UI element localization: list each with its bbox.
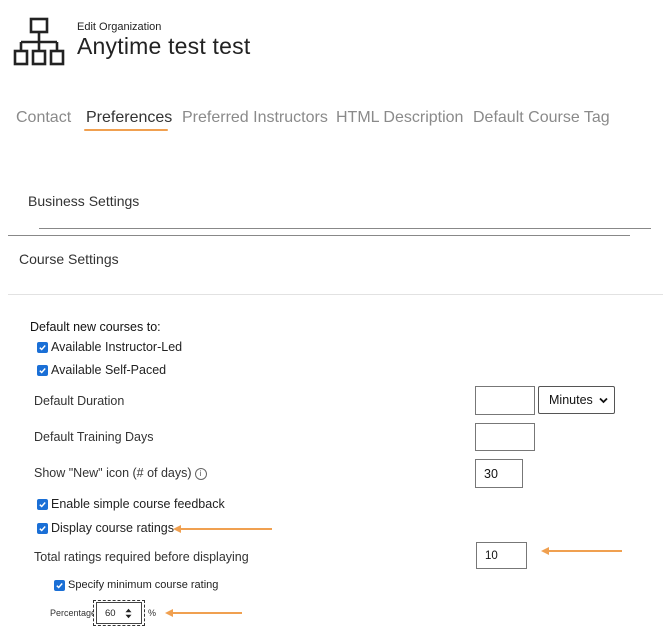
default-duration-input[interactable] <box>475 386 535 415</box>
divider <box>8 294 663 295</box>
course-settings-header[interactable]: Course Settings <box>19 251 119 267</box>
stepper-value: 60 <box>105 607 116 619</box>
available-self-paced-checkbox[interactable]: Available Self-Paced <box>37 363 166 377</box>
chevron-down-icon <box>599 397 608 404</box>
annotation-arrow <box>541 547 622 555</box>
checkbox-checked-icon <box>37 522 48 534</box>
total-ratings-required-input[interactable]: 10 <box>476 542 527 569</box>
divider <box>8 235 630 236</box>
checkbox-label: Specify minimum course rating <box>68 579 219 591</box>
show-new-icon-label: Show "New" icon (# of days) i <box>34 466 207 480</box>
checkbox-label: Available Self-Paced <box>51 363 167 377</box>
info-icon[interactable]: i <box>194 468 207 480</box>
default-duration-label: Default Duration <box>34 394 125 408</box>
enable-simple-feedback-checkbox[interactable]: Enable simple course feedback <box>37 497 225 511</box>
organization-icon <box>13 17 65 66</box>
checkbox-label: Enable simple course feedback <box>51 497 225 511</box>
business-settings-header[interactable]: Business Settings <box>28 193 139 209</box>
active-tab-underline <box>84 129 168 131</box>
duration-unit-select[interactable]: Minutes <box>538 386 615 414</box>
percentage-unit: % <box>148 608 157 618</box>
specify-minimum-rating-checkbox[interactable]: Specify minimum course rating <box>54 579 218 591</box>
tab-default-course-tag[interactable]: Default Course Tag <box>473 109 610 127</box>
annotation-arrow <box>165 609 242 617</box>
spin-arrows-icon[interactable] <box>125 608 132 619</box>
available-instructor-led-checkbox[interactable]: Available Instructor-Led <box>37 340 182 354</box>
default-training-days-label: Default Training Days <box>34 430 154 444</box>
tab-preferences[interactable]: Preferences <box>86 109 172 127</box>
annotation-arrow <box>173 525 272 533</box>
checkbox-checked-icon <box>37 341 48 353</box>
divider <box>39 228 651 229</box>
checkbox-checked-icon <box>37 364 48 376</box>
percentage-stepper[interactable]: 60 <box>96 602 142 624</box>
checkbox-label: Available Instructor-Led <box>51 340 183 354</box>
select-value: Minutes <box>549 393 593 407</box>
checkbox-label: Display course ratings <box>51 521 174 535</box>
percentage-label: Percentage <box>50 608 97 618</box>
default-new-courses-label: Default new courses to: <box>30 320 161 334</box>
tab-preferred-instructors[interactable]: Preferred Instructors <box>182 109 328 127</box>
tab-html-description[interactable]: HTML Description <box>336 109 463 127</box>
checkbox-checked-icon <box>54 579 65 591</box>
page-subtitle: Edit Organization <box>77 21 162 33</box>
tab-contact[interactable]: Contact <box>16 109 71 127</box>
show-new-icon-days-input[interactable]: 30 <box>475 459 523 488</box>
label-text: Show "New" icon (# of days) <box>34 466 192 480</box>
default-training-days-input[interactable] <box>475 423 535 451</box>
checkbox-checked-icon <box>37 498 48 510</box>
display-course-ratings-checkbox[interactable]: Display course ratings <box>37 521 174 535</box>
page-title: Anytime test test <box>77 33 251 59</box>
total-ratings-required-label: Total ratings required before displaying <box>34 550 249 564</box>
